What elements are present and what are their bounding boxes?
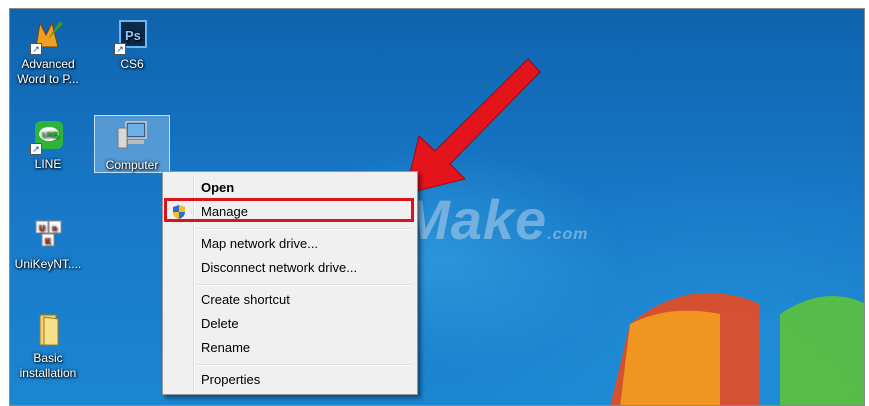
photoshop-icon: Ps ↗ (114, 17, 150, 55)
svg-text:n: n (52, 224, 57, 233)
desktop-icon-line[interactable]: LINE ↗ LINE (10, 117, 86, 172)
desktop-icon-cs6[interactable]: Ps ↗ CS6 (94, 17, 170, 72)
red-arrow-pointer (405, 58, 541, 195)
word-to-pdf-icon: ↗ (30, 17, 66, 55)
icon-label: Advanced (21, 57, 75, 71)
desktop[interactable]: TipsMake.com ↗ Advanced Word to P... Ps … (9, 8, 865, 406)
icon-label: Computer (105, 158, 159, 172)
svg-text:K: K (45, 237, 51, 246)
svg-text:LINE: LINE (42, 132, 58, 139)
icon-label: UniKeyNT.... (14, 257, 82, 271)
desktop-icon-basic-installation[interactable]: Basic installation (10, 311, 86, 381)
menu-item-create-shortcut[interactable]: Create shortcut (165, 289, 415, 311)
menu-item-disconnect-network-drive[interactable]: Disconnect network drive... (165, 257, 415, 279)
icon-label: installation (19, 366, 77, 380)
manage-highlight-box (164, 198, 414, 222)
line-app-icon: LINE ↗ (30, 117, 66, 155)
menu-item-delete[interactable]: Delete (165, 313, 415, 335)
icon-label: CS6 (120, 57, 144, 71)
watermark-suffix: .com (547, 226, 589, 243)
svg-text:Ps: Ps (125, 28, 141, 43)
icon-label: LINE (34, 157, 62, 171)
menu-separator (195, 364, 413, 366)
svg-text:U: U (39, 224, 45, 233)
unikey-icon: U n K (30, 217, 66, 255)
desktop-icon-advanced-word-to-pdf[interactable]: ↗ Advanced Word to P... (10, 17, 86, 87)
menu-item-map-network-drive[interactable]: Map network drive... (165, 233, 415, 255)
menu-item-properties[interactable]: Properties (165, 369, 415, 391)
desktop-icon-computer[interactable]: Computer (94, 115, 170, 173)
menu-separator (195, 284, 413, 286)
menu-item-rename[interactable]: Rename (165, 337, 415, 359)
computer-icon (114, 118, 150, 156)
windows-logo (610, 292, 864, 405)
icon-label: Word to P... (17, 72, 79, 86)
menu-separator (195, 228, 413, 230)
desktop-icon-unikey[interactable]: U n K UniKeyNT.... (10, 217, 86, 272)
folder-icon (30, 311, 66, 349)
icon-label: Basic (33, 351, 63, 365)
menu-item-open[interactable]: Open (165, 177, 415, 199)
